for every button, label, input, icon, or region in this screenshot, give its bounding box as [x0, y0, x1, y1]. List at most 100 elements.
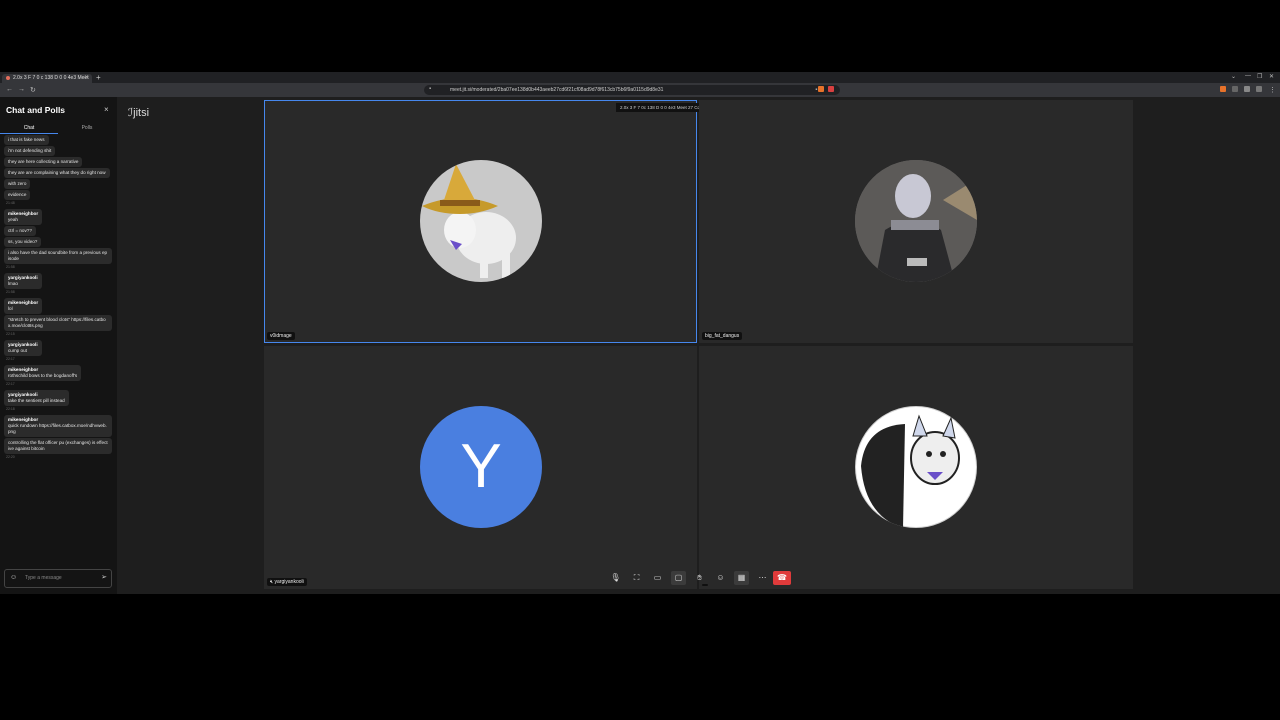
message-text: ss, you video? [8, 239, 38, 244]
goat-wizard-image [422, 164, 516, 278]
muted-icon: 🔇︎ [270, 579, 275, 585]
message-text: yeah [8, 217, 18, 222]
chat-message: they are are complaining what they do ri… [4, 168, 110, 178]
jitsi-app: Chat and Polls × Chat Polls i that is fa… [0, 97, 1280, 594]
browser-tab[interactable]: 2.0x 3 F 7 0 c 138 D 0 0 4e3 Meet ✕ [2, 74, 92, 83]
back-icon[interactable]: ← [6, 86, 13, 93]
message-text: lmao [8, 281, 18, 286]
message-timestamp: 21:58 [6, 265, 15, 269]
participant-name-text: yargiyankooli [274, 579, 304, 585]
chat-message: yargiyankooli lmao [4, 273, 42, 289]
url-text: meet.jit.si/moderated/2ba07ee138d0b443ae… [450, 87, 664, 93]
microphone-icon[interactable]: 🎙︎ [608, 571, 623, 585]
chat-message: "stretch to prevent blood clots" https:/… [4, 315, 112, 331]
favicon-icon [6, 75, 10, 80]
message-timestamp: 21:58 [6, 290, 15, 294]
message-text: lol [8, 306, 13, 311]
chat-title: Chat and Polls [6, 105, 66, 115]
screen-share-icon[interactable]: ▭ [650, 571, 665, 585]
warrior-avatar [855, 160, 977, 282]
participant-tile[interactable]: 2.0x 3 F 7 0c 138 D 0 0 4e3 Meet 27 Cd 0… [264, 100, 773, 343]
message-timestamp: 22:20 [6, 455, 15, 459]
message-timestamp: 22:17 [6, 382, 15, 386]
maximize-icon[interactable]: ❐ [1257, 73, 1262, 80]
message-input[interactable] [25, 573, 93, 583]
tab-title: 2.0x 3 F 7 0 c 138 D 0 0 4e3 Meet [13, 75, 89, 81]
chat-message: mikeneighbor quick rundown https://files.… [4, 415, 112, 437]
close-icon[interactable]: × [104, 105, 109, 114]
participant-tile[interactable]: big_fat_dangus [699, 100, 1133, 343]
goat-mascot-avatar [855, 406, 977, 528]
profile-icon[interactable] [1256, 86, 1262, 92]
chat-message: i that is fake news [4, 135, 49, 145]
message-text: they are here collecting a narrative [8, 159, 79, 164]
message-text: i that is fake news [8, 137, 45, 142]
chat-message: ss, you video? [4, 237, 42, 247]
tile-view-icon[interactable]: ▦ [734, 571, 749, 585]
reload-icon[interactable]: ↻ [30, 86, 36, 94]
forward-icon[interactable]: → [18, 86, 25, 93]
chat-message: controlling the flat officer pu (exchang… [4, 438, 112, 454]
message-text: i'm not defending shit [8, 148, 52, 153]
menu-icon[interactable]: ⋮ [1269, 86, 1276, 94]
hangup-icon[interactable]: ☎︎ [773, 571, 791, 585]
screen: 2.0x 3 F 7 0 c 138 D 0 0 4e3 Meet ✕ + ⌄ … [0, 72, 1280, 594]
message-text: "stretch to prevent blood clots" https:/… [8, 317, 106, 328]
message-text: they are are complaining what they do ri… [8, 170, 106, 175]
extension-icon[interactable] [1232, 86, 1238, 92]
puzzle-icon[interactable] [1244, 86, 1250, 92]
chat-message: mikeneighbor lol [4, 298, 43, 314]
chat-message: with zero [4, 179, 31, 189]
emoji-icon[interactable]: ☺ [10, 574, 17, 581]
new-tab-button[interactable]: + [96, 73, 101, 82]
message-list[interactable]: i that is fake news i'm not defending shi… [4, 135, 112, 565]
goat-wizard-avatar [420, 160, 542, 282]
reactions-icon[interactable]: ☺ [713, 571, 728, 585]
address-bar[interactable]: ▪ meet.jit.si/moderated/2ba07ee138d0b443… [424, 85, 840, 95]
message-text: with zero [8, 181, 27, 186]
minimize-icon[interactable]: — [1245, 73, 1251, 79]
chat-message: i'm not defending shit [4, 146, 56, 156]
participant-tile[interactable]: Y 🔇︎ yargiyankooli [264, 346, 697, 589]
chat-panel: Chat and Polls × Chat Polls i that is fa… [0, 97, 117, 594]
chat-message: mikeneighbor yeah [4, 209, 43, 225]
extension-icon[interactable] [828, 86, 834, 92]
logo-text: jitsi [133, 107, 150, 119]
message-text: ctrl = nov?? [8, 228, 32, 233]
avatar-initial: Y [460, 432, 502, 501]
tab-chat[interactable]: Chat [0, 125, 58, 134]
jitsi-logo: ℐjitsi [128, 106, 149, 119]
tab-polls[interactable]: Polls [58, 125, 116, 131]
extension-icon[interactable] [818, 86, 824, 92]
participant-name: v0idmage [267, 332, 295, 340]
send-icon[interactable]: ➢ [101, 573, 107, 581]
chat-message: ctrl = nov?? [4, 226, 36, 236]
letter-avatar: Y [420, 406, 542, 528]
message-text: rothschild bows to the bogdanoff's [8, 373, 78, 378]
chat-message: evidence [4, 190, 31, 200]
more-icon[interactable]: ⋯ [755, 571, 770, 585]
browser-toolbar: ← → ↻ ▪ meet.jit.si/moderated/2ba07ee138… [0, 83, 1280, 97]
message-text: i also have the dad soundbite from a pre… [8, 250, 108, 261]
close-window-icon[interactable]: ✕ [1269, 73, 1274, 80]
participant-name: big_fat_dangus [702, 332, 743, 340]
camera-icon[interactable]: ⛶ [629, 571, 644, 585]
warrior-image [855, 160, 977, 282]
participant-tile[interactable] [699, 346, 1133, 589]
goat-mascot-image [856, 407, 976, 528]
message-text: cump out [8, 348, 27, 353]
lock-icon: ▪ [429, 86, 432, 92]
raise-hand-icon[interactable]: ✋︎ [692, 571, 707, 585]
close-tab-icon[interactable]: ✕ [84, 74, 89, 83]
message-timestamp: 22:18 [6, 407, 15, 411]
meeting-toolbar: 🎙︎ ⛶ ▭ ▢ ✋︎ ☺ ▦ ⋯ ☎︎ [605, 569, 795, 587]
chat-message: they are here collecting a narrative [4, 157, 83, 167]
message-text: controlling the flat officer pu (exchang… [8, 440, 108, 451]
message-text: quick rundown https://files.catbox.moe/n… [8, 423, 107, 434]
chat-message: yargiyankooli take the sentient pill inst… [4, 390, 69, 406]
tab-search-icon[interactable]: ⌄ [1231, 73, 1236, 80]
chat-message: yargiyankooli cump out [4, 340, 42, 356]
message-timestamp: 21:48 [6, 201, 15, 205]
extension-icon[interactable] [1220, 86, 1226, 92]
chat-icon[interactable]: ▢ [671, 571, 686, 585]
